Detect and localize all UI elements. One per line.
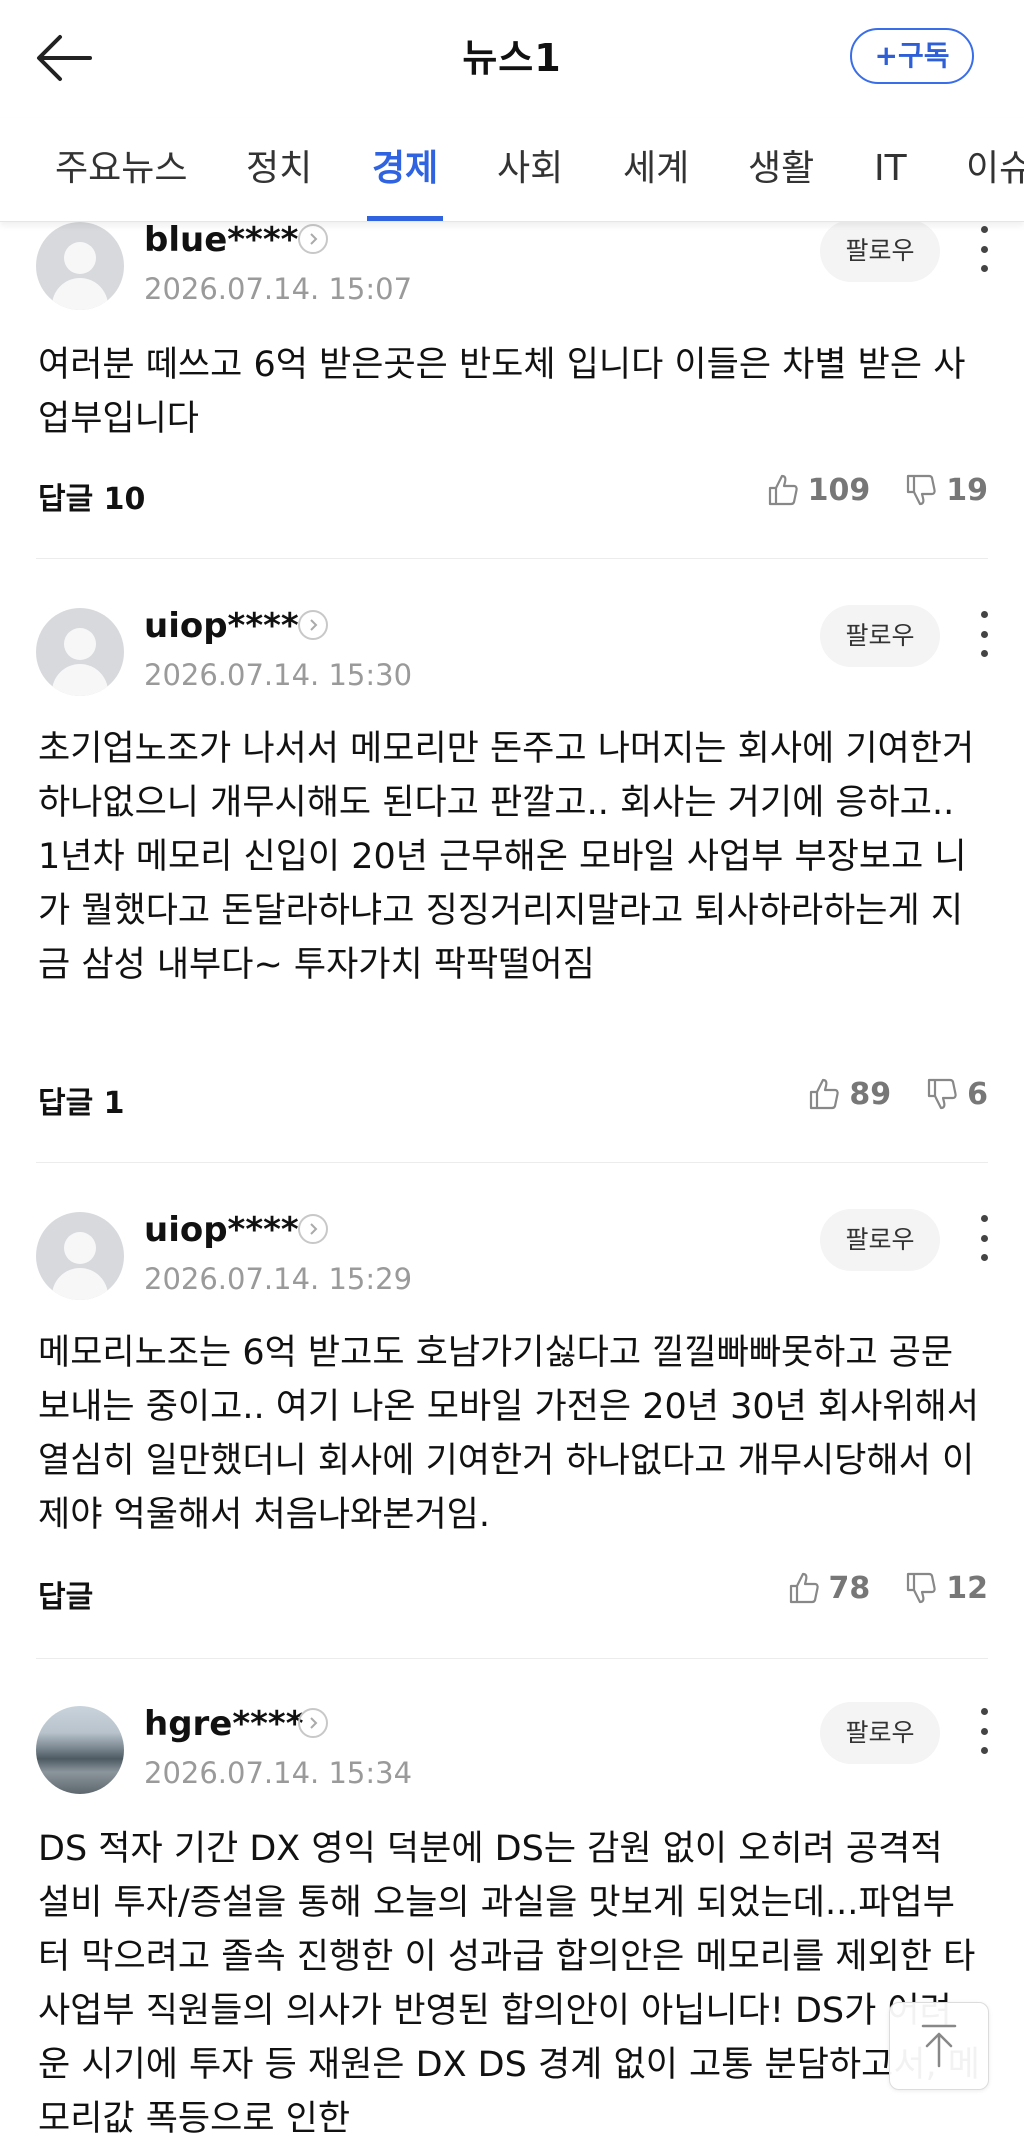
follow-button[interactable]: 팔로우 <box>820 220 940 282</box>
thumbs-down-icon[interactable] <box>904 1571 938 1605</box>
thumbs-down-icon[interactable] <box>925 1077 959 1111</box>
avatar[interactable] <box>36 1212 124 1300</box>
like-count: 109 <box>807 472 871 508</box>
comment-username[interactable]: hgre**** <box>144 1704 304 1744</box>
subscribe-button[interactable]: +구독 <box>850 28 974 84</box>
divider <box>36 1658 988 1659</box>
chevron-right-icon[interactable] <box>298 1214 328 1244</box>
comment-username[interactable]: blue**** <box>144 220 298 260</box>
divider <box>36 558 988 559</box>
comment-text: DS 적자 기간 DX 영익 덕분에 DS는 감원 없이 오히려 공격적 설비 … <box>38 1829 981 2139</box>
follow-button[interactable]: 팔로우 <box>820 1702 940 1764</box>
thumbs-up-icon[interactable] <box>807 1077 841 1111</box>
active-tab-indicator <box>367 216 443 221</box>
comment-date: 2026.07.14. 15:07 <box>144 272 413 306</box>
follow-button[interactable]: 팔로우 <box>820 1209 940 1271</box>
avatar[interactable] <box>36 222 124 310</box>
tab-life[interactable]: 생활 <box>748 142 814 196</box>
thumbs-up-icon[interactable] <box>766 473 800 507</box>
more-options-icon[interactable] <box>972 226 996 272</box>
vote-bar: 109 19 <box>766 470 988 510</box>
comment-date: 2026.07.14. 15:30 <box>144 658 413 692</box>
dislike-count: 12 <box>946 1570 988 1606</box>
divider <box>36 1162 988 1163</box>
more-options-icon[interactable] <box>972 1708 996 1754</box>
comment-username[interactable]: uiop**** <box>144 606 299 646</box>
comment-date: 2026.07.14. 15:34 <box>144 1756 413 1790</box>
like-count: 89 <box>849 1076 892 1112</box>
vote-bar: 78 12 <box>787 1568 988 1608</box>
thumbs-down-icon[interactable] <box>904 473 938 507</box>
thumbs-up-icon[interactable] <box>787 1571 821 1605</box>
chevron-right-icon[interactable] <box>298 224 328 254</box>
scroll-to-top-button[interactable] <box>889 2002 989 2090</box>
tab-society[interactable]: 사회 <box>497 142 563 196</box>
comment-username[interactable]: uiop**** <box>144 1210 299 1250</box>
more-options-icon[interactable] <box>972 1215 996 1261</box>
reply-button[interactable]: 답글 <box>38 1572 93 1616</box>
tab-issue[interactable]: 이슈 <box>966 142 1024 196</box>
chevron-right-icon[interactable] <box>298 610 328 640</box>
tab-world[interactable]: 세계 <box>623 142 689 196</box>
like-count: 78 <box>828 1570 871 1606</box>
vote-bar: 89 6 <box>807 1074 988 1114</box>
more-options-icon[interactable] <box>972 611 996 657</box>
tab-main-news[interactable]: 주요뉴스 <box>55 142 187 196</box>
avatar[interactable] <box>36 1706 124 1794</box>
dislike-count: 6 <box>967 1076 988 1112</box>
avatar[interactable] <box>36 608 124 696</box>
comment-text: 초기업노조가 나서서 메모리만 돈주고 나머지는 회사에 기여한거 하나없으니 … <box>38 729 975 985</box>
tab-it[interactable]: IT <box>874 142 907 196</box>
tab-economy[interactable]: 경제 <box>372 142 438 196</box>
reply-button[interactable]: 답글 1 <box>38 1078 125 1122</box>
top-bar: 뉴스1 +구독 <box>0 0 1024 118</box>
comment-date: 2026.07.14. 15:29 <box>144 1262 413 1296</box>
follow-button[interactable]: 팔로우 <box>820 605 940 667</box>
comment-text: 메모리노조는 6억 받고도 호남가기싫다고 낄낄빠빠못하고 공문보내는 중이고.… <box>38 1333 979 1535</box>
category-tabs: 주요뉴스 정치 경제 사회 세계 생활 IT 이슈 <box>0 118 1024 222</box>
arrow-up-icon <box>921 2024 957 2068</box>
chevron-right-icon[interactable] <box>298 1708 328 1738</box>
comment-text: 여러분 떼쓰고 6억 받은곳은 반도체 입니다 이들은 차별 받은 사업부입니다 <box>38 345 966 439</box>
tab-politics[interactable]: 정치 <box>246 142 312 196</box>
dislike-count: 19 <box>946 472 988 508</box>
reply-button[interactable]: 답글 10 <box>38 474 145 518</box>
